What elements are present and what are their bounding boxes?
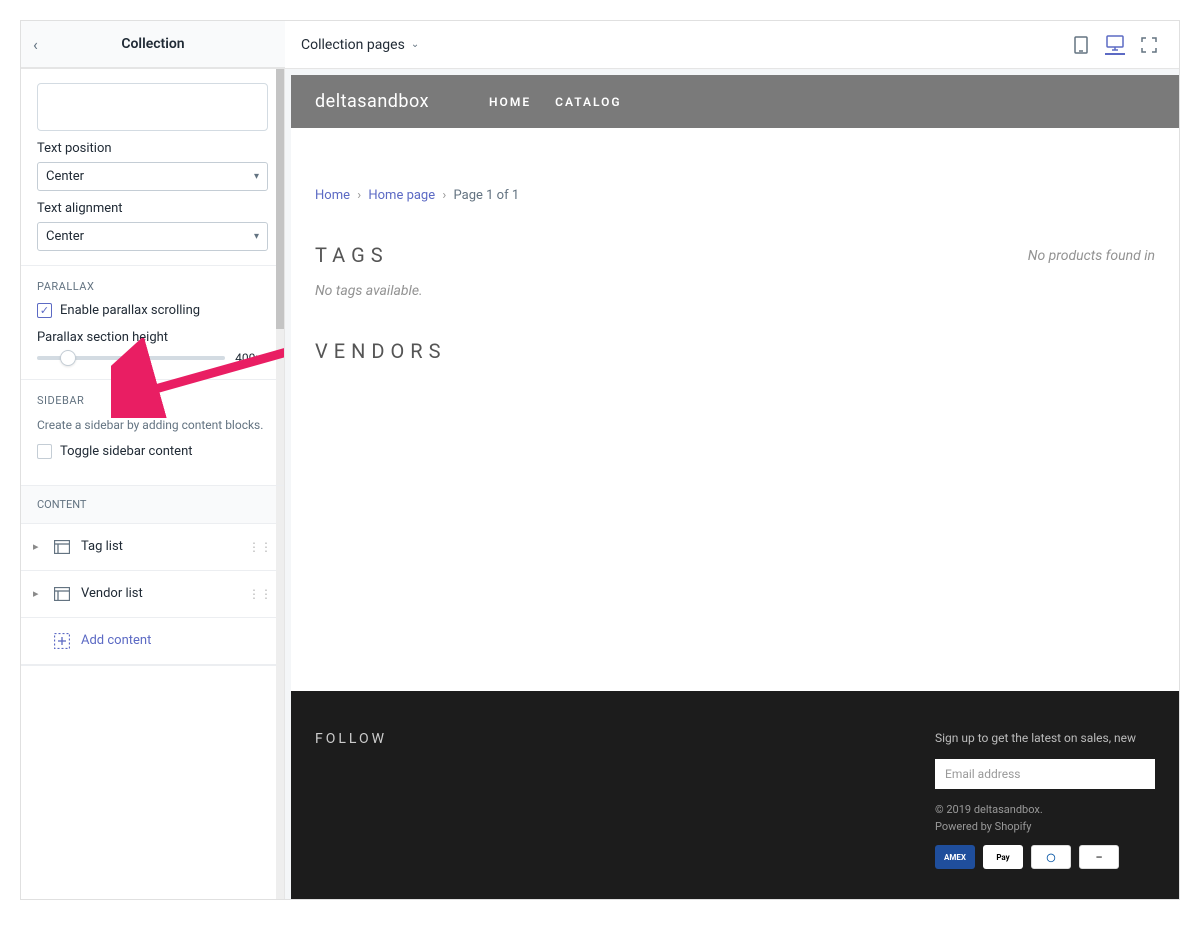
device-switcher — [1071, 35, 1179, 55]
follow-heading: FOLLOW — [315, 731, 387, 747]
chevron-right-icon: ▸ — [33, 587, 43, 600]
no-tags-text: No tags available. — [315, 283, 1155, 299]
fullscreen-icon[interactable] — [1139, 35, 1159, 55]
parallax-slider[interactable] — [37, 356, 225, 360]
toggle-sidebar-label: Toggle sidebar content — [60, 444, 193, 459]
select-caret-icon: ▾ — [254, 171, 259, 182]
content-item-tag-list[interactable]: ▸ Tag list ⋮⋮ — [21, 524, 284, 571]
image-placeholder[interactable] — [37, 83, 268, 131]
site-header: deltasandbox HOME CATALOG — [291, 75, 1179, 128]
site-footer: FOLLOW Sign up to get the latest on sale… — [291, 691, 1179, 899]
text-alignment-value: Center — [46, 229, 84, 244]
sidebar-section-heading: SIDEBAR — [37, 394, 268, 407]
drag-handle-icon[interactable]: ⋮⋮ — [248, 540, 272, 554]
sidebar-title: Collection — [121, 36, 184, 52]
site-nav: HOME CATALOG — [489, 95, 622, 109]
chevron-right-icon: ▸ — [33, 540, 43, 553]
breadcrumb-page[interactable]: Home page — [368, 188, 435, 203]
main: Text position Center ▾ Text alignment Ce… — [21, 69, 1179, 899]
page-selector[interactable]: Collection pages ⌄ — [285, 37, 1071, 53]
drag-handle-icon[interactable]: ⋮⋮ — [248, 587, 272, 601]
mobile-icon[interactable] — [1071, 35, 1091, 55]
content-item-vendor-list[interactable]: ▸ Vendor list ⋮⋮ — [21, 571, 284, 618]
add-icon — [53, 632, 71, 650]
toggle-sidebar-row[interactable]: Toggle sidebar content — [37, 444, 268, 459]
text-position-label: Text position — [37, 141, 268, 156]
nav-home[interactable]: HOME — [489, 95, 531, 109]
preview-area: deltasandbox HOME CATALOG Home › Home pa… — [285, 69, 1179, 899]
parallax-height-label: Parallax section height — [37, 330, 268, 345]
scrollbar-thumb[interactable] — [276, 69, 284, 329]
signup-block: Sign up to get the latest on sales, new … — [935, 731, 1155, 869]
page-selector-label: Collection pages — [301, 37, 405, 53]
parallax-height-value: 400px — [235, 351, 268, 365]
diners-icon: ◯ — [1031, 845, 1071, 869]
apple-pay-icon: Pay — [983, 845, 1023, 869]
block-icon — [53, 538, 71, 556]
chevron-down-icon: ⌄ — [411, 39, 419, 50]
powered-by-text[interactable]: Powered by Shopify — [935, 820, 1155, 833]
topbar: ‹ Collection Collection pages ⌄ — [21, 21, 1179, 69]
add-content-button[interactable]: Add content — [21, 618, 284, 665]
payment-icons: AMEX Pay ◯ — — [935, 845, 1155, 869]
amex-icon: AMEX — [935, 845, 975, 869]
signup-text: Sign up to get the latest on sales, new — [935, 731, 1155, 745]
parallax-heading: PARALLAX — [37, 280, 268, 293]
email-input[interactable]: Email address — [935, 759, 1155, 789]
block-icon — [53, 585, 71, 603]
back-button[interactable]: ‹ — [33, 35, 38, 54]
settings-sidebar: Text position Center ▾ Text alignment Ce… — [21, 69, 285, 899]
vendors-heading: VENDORS — [315, 339, 1155, 363]
text-alignment-label: Text alignment — [37, 201, 268, 216]
site-body: Home › Home page › Page 1 of 1 TAGS No t… — [291, 128, 1179, 691]
text-settings-panel: Text position Center ▾ Text alignment Ce… — [21, 69, 284, 266]
nav-catalog[interactable]: CATALOG — [555, 95, 622, 109]
no-products-text: No products found in — [1028, 248, 1155, 264]
add-content-label: Add content — [81, 633, 151, 648]
select-caret-icon: ▾ — [254, 231, 259, 242]
text-position-value: Center — [46, 169, 84, 184]
parallax-checkbox-label: Enable parallax scrolling — [60, 303, 200, 318]
copyright-text: © 2019 deltasandbox. — [935, 803, 1155, 816]
email-placeholder: Email address — [945, 767, 1020, 781]
desktop-icon[interactable] — [1105, 35, 1125, 55]
breadcrumb-home[interactable]: Home — [315, 188, 350, 203]
checkbox-icon — [37, 444, 52, 459]
site-brand[interactable]: deltasandbox — [315, 91, 429, 112]
preview-frame: deltasandbox HOME CATALOG Home › Home pa… — [291, 75, 1179, 899]
content-item-label: Vendor list — [81, 586, 143, 601]
parallax-checkbox-row[interactable]: ✓ Enable parallax scrolling — [37, 303, 268, 318]
text-alignment-select[interactable]: Center ▾ — [37, 222, 268, 251]
discover-icon: — — [1079, 845, 1119, 869]
sidebar-panel: SIDEBAR Create a sidebar by adding conte… — [21, 380, 284, 486]
topbar-left: ‹ Collection — [21, 21, 285, 68]
breadcrumb-sep: › — [357, 188, 361, 203]
breadcrumb-last: Page 1 of 1 — [454, 188, 520, 203]
parallax-panel: PARALLAX ✓ Enable parallax scrolling Par… — [21, 266, 284, 380]
breadcrumb-sep: › — [442, 188, 446, 203]
parallax-slider-row: 400px — [37, 351, 268, 365]
slider-thumb[interactable] — [60, 350, 76, 366]
sidebar-helper: Create a sidebar by adding content block… — [37, 417, 268, 434]
footer-row: FOLLOW Sign up to get the latest on sale… — [315, 731, 1155, 869]
breadcrumb: Home › Home page › Page 1 of 1 — [315, 188, 1155, 203]
content-heading: CONTENT — [21, 486, 284, 524]
content-item-label: Tag list — [81, 539, 123, 554]
text-position-select[interactable]: Center ▾ — [37, 162, 268, 191]
checkbox-checked-icon: ✓ — [37, 303, 52, 318]
app-frame: ‹ Collection Collection pages ⌄ Text pos… — [20, 20, 1180, 900]
